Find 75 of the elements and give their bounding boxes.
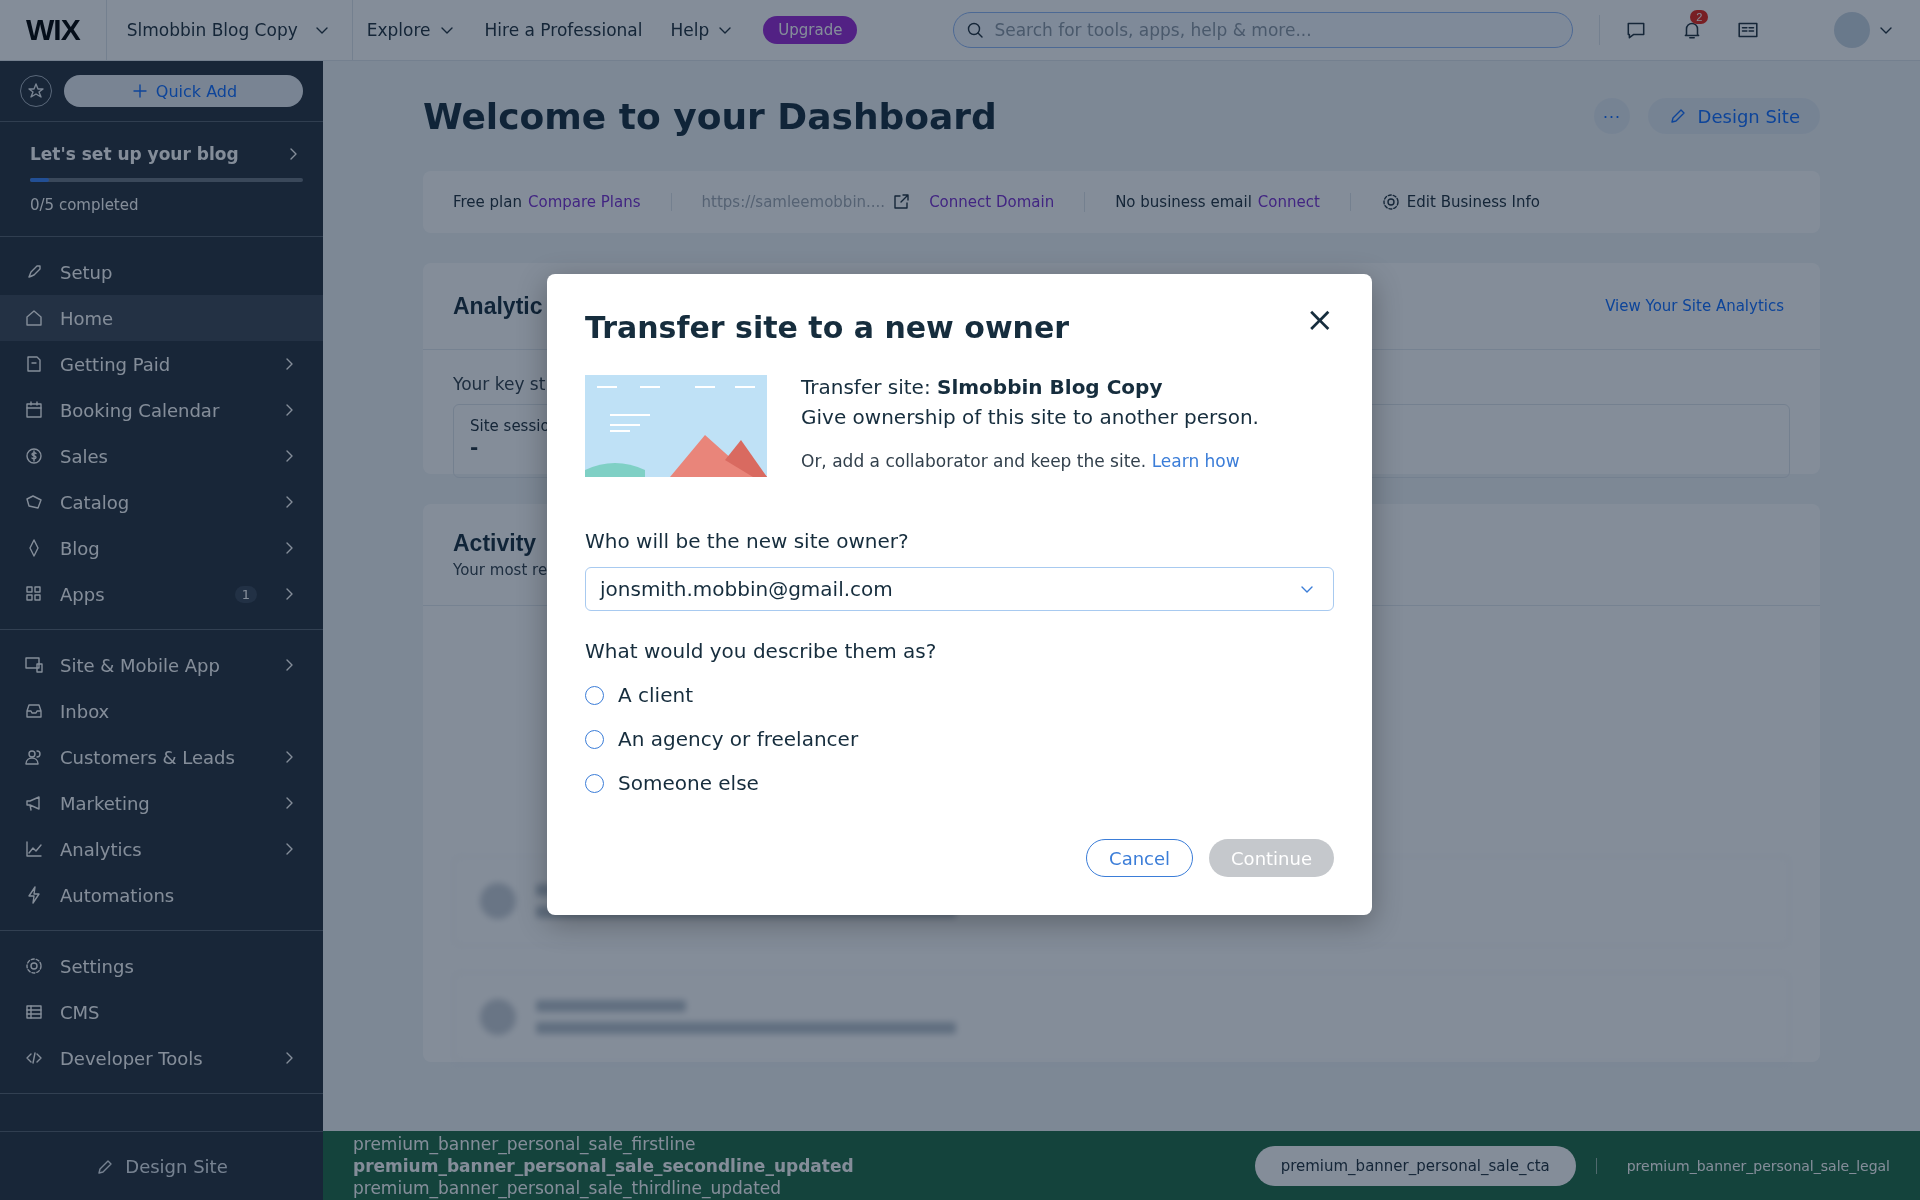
field-label: What would you describe them as?: [585, 639, 938, 663]
sidebar-item[interactable]: Site & Mobile App: [0, 642, 323, 688]
wix-logo[interactable]: WIX: [0, 13, 106, 47]
design-site-button[interactable]: Design Site: [1647, 98, 1820, 134]
notifications-button[interactable]: 2: [1672, 10, 1713, 50]
card-subtitle: Your most re: [453, 561, 548, 579]
view-analytics-link[interactable]: View Your Site Analytics: [1599, 296, 1790, 316]
cancel-button[interactable]: Cancel: [1086, 839, 1194, 877]
connect-link[interactable]: Connect: [1257, 193, 1320, 211]
people-icon: [24, 747, 44, 767]
radio-option[interactable]: A client: [585, 683, 693, 707]
document-icon: [24, 354, 44, 374]
compare-plans-link[interactable]: Compare Plans: [528, 193, 641, 211]
nav-menu-item[interactable]: Help: [656, 20, 750, 40]
plan-label: Free plan: [453, 193, 522, 211]
sidebar-item[interactable]: Developer Tools: [0, 1035, 323, 1081]
dollar-icon: [24, 446, 44, 466]
calendar-icon: [24, 400, 44, 420]
edit-business-info-link[interactable]: Edit Business Info: [1380, 192, 1540, 212]
nav-menu-item[interactable]: Hire a Professional: [470, 20, 657, 40]
card-subtitle: Your key st: [453, 374, 546, 394]
count-badge: 1: [234, 585, 257, 603]
card-title: Activity: [453, 530, 537, 557]
sidebar-item[interactable]: Analytics: [0, 826, 323, 872]
grid-icon: [24, 584, 44, 604]
sidebar-item[interactable]: Settings: [0, 943, 323, 989]
page-title: Welcome to your Dashboard: [423, 95, 998, 137]
home-icon: [24, 308, 44, 328]
sidebar-item[interactable]: Setup: [0, 249, 323, 295]
card-title: Analytic: [453, 292, 543, 320]
gear-icon: [1380, 192, 1401, 212]
progress-text: 0/5 completed: [30, 196, 139, 214]
site-selector[interactable]: Slmobbin Blog Copy: [105, 0, 353, 60]
description-text: Give ownership of this site to another person.: [801, 405, 1259, 429]
notification-count: 2: [1690, 10, 1709, 24]
banner-cta-button[interactable]: premium_banner_personal_sale_cta: [1254, 1146, 1576, 1186]
sidebar-item[interactable]: Inbox: [0, 688, 323, 734]
field-label: Who will be the new site owner?: [585, 529, 910, 553]
inbox-icon: [24, 701, 44, 721]
banner-text: premium_banner_personal_sale_secondline_updated premium_banner_personal_sale_thirdline_updated: [353, 1155, 855, 1200]
table-icon: [24, 1002, 44, 1022]
star-icon: [26, 81, 46, 101]
learn-how-link[interactable]: Learn how: [1151, 451, 1240, 471]
monitor-icon: [24, 655, 44, 675]
collaborator-text: Or, add a collaborator and keep the site.: [801, 451, 1147, 471]
quick-add-button[interactable]: Quick Add: [64, 75, 303, 107]
stat-value: -: [470, 435, 479, 459]
dialog-title: Transfer site to a new owner: [585, 310, 1070, 345]
banner-text: premium_banner_personal_sale_firstline: [353, 1132, 696, 1155]
sidebar-item[interactable]: Catalog: [0, 479, 323, 525]
sidebar-item[interactable]: Home: [0, 295, 323, 341]
banner-legal-text: premium_banner_personal_sale_legal: [1595, 1158, 1890, 1174]
sidebar-item[interactable]: Blog: [0, 525, 323, 571]
nav-menu-item[interactable]: Explore: [352, 20, 471, 40]
radio-option[interactable]: Someone else: [585, 771, 759, 795]
external-link-icon: [891, 192, 912, 212]
transfer-site-text: Transfer site: Slmobbin Blog Copy: [801, 375, 1164, 399]
radio-option[interactable]: An agency or freelancer: [585, 727, 859, 751]
chart-icon: [24, 839, 44, 859]
sidebar-item[interactable]: Booking Calendar: [0, 387, 323, 433]
gear-icon: [24, 956, 44, 976]
sidebar-item[interactable]: Automations: [0, 872, 323, 918]
connect-domain-link[interactable]: Connect Domain: [929, 193, 1055, 211]
sidebar-item[interactable]: Apps 1: [0, 571, 323, 617]
email-status: No business email: [1115, 193, 1252, 211]
sidebar-item[interactable]: Customers & Leads: [0, 734, 323, 780]
sidebar-item[interactable]: Getting Paid: [0, 341, 323, 387]
upgrade-button[interactable]: Upgrade: [763, 16, 858, 44]
close-button[interactable]: ×: [1305, 302, 1334, 336]
sidebar-item[interactable]: CMS: [0, 989, 323, 1035]
sidebar-item[interactable]: Sales: [0, 433, 323, 479]
setup-checklist-link[interactable]: Let's set up your blog: [30, 144, 303, 164]
more-button[interactable]: ···: [1593, 98, 1630, 134]
owner-email-dropdown[interactable]: jonsmith.mobbin@gmail.com: [585, 567, 1334, 611]
sidebar-item[interactable]: Marketing: [0, 780, 323, 826]
